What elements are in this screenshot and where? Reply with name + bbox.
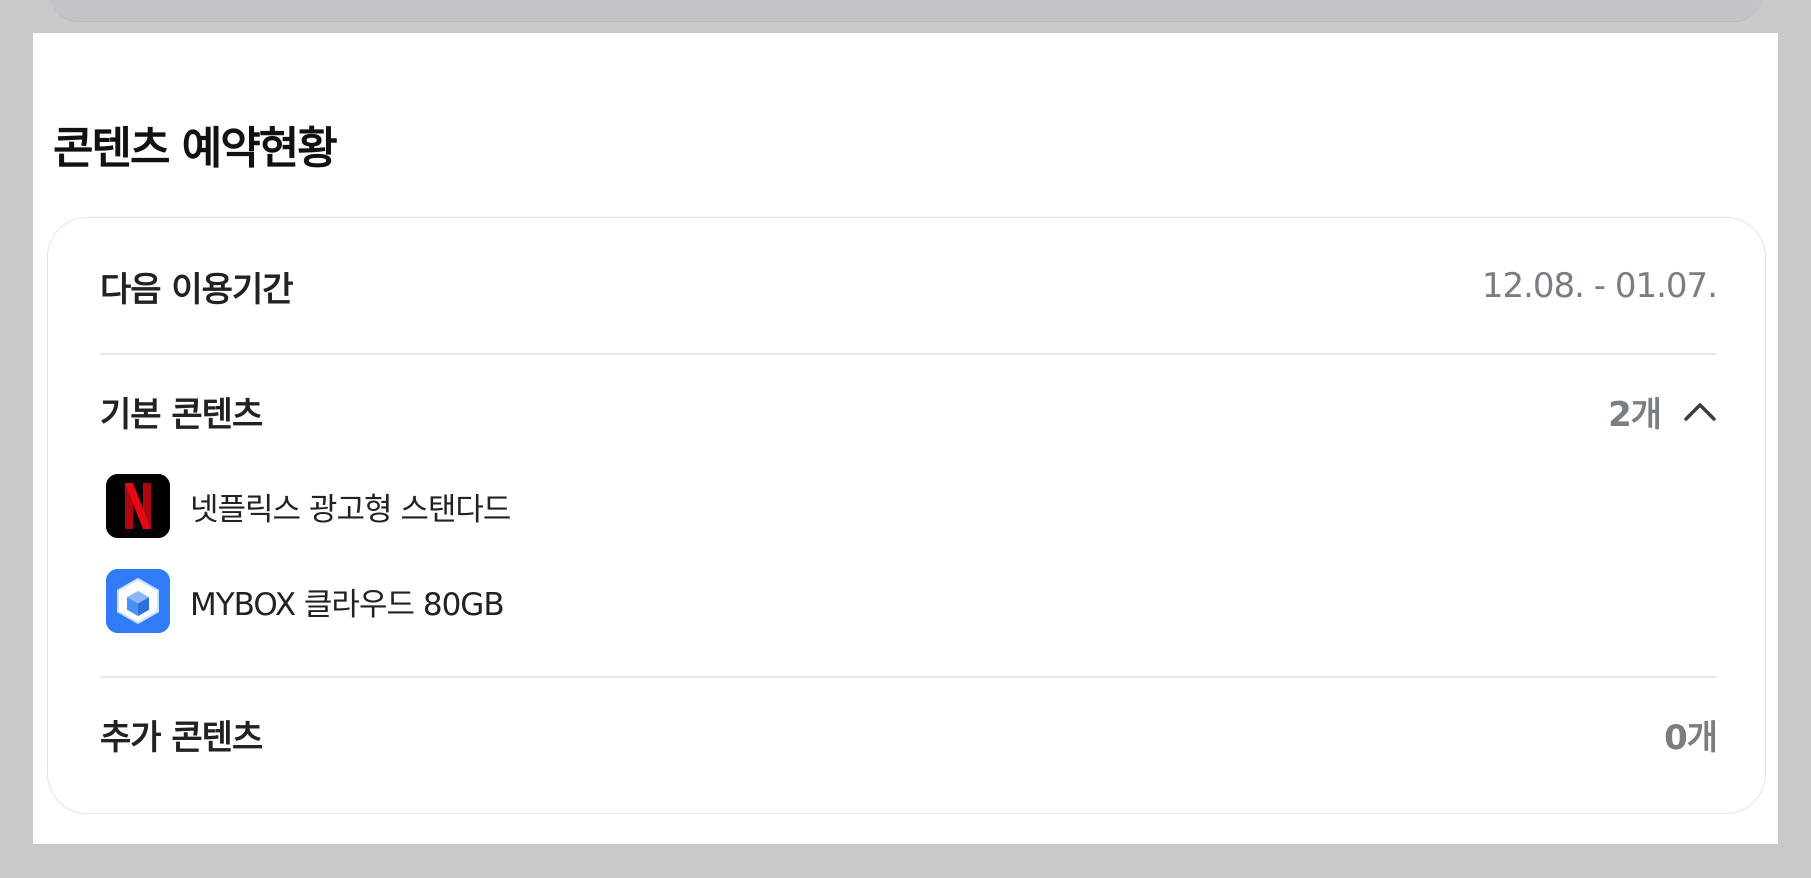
basic-contents-label: 기본 콘텐츠 bbox=[100, 394, 263, 435]
reservation-card: 다음 이용기간 12.08. - 01.07. 기본 콘텐츠 2개 넷플릭스 광… bbox=[47, 217, 1766, 814]
basic-contents-count: 2개 bbox=[1608, 394, 1662, 435]
basic-contents-toggle[interactable]: 2개 bbox=[1608, 387, 1717, 436]
next-period-label: 다음 이용기간 bbox=[100, 269, 294, 310]
content-reservation-panel: 콘텐츠 예약현황 다음 이용기간 12.08. - 01.07. 기본 콘텐츠 … bbox=[33, 33, 1778, 844]
section-title: 콘텐츠 예약현황 bbox=[53, 123, 338, 174]
content-item-label: 넷플릭스 광고형 스탠다드 bbox=[190, 491, 511, 528]
extra-contents-row: 추가 콘텐츠 0개 bbox=[100, 704, 1718, 764]
chevron-up-icon[interactable] bbox=[1683, 394, 1717, 428]
next-period-value: 12.08. - 01.07. bbox=[1481, 266, 1718, 306]
basic-contents-header[interactable]: 기본 콘텐츠 2개 bbox=[100, 381, 1717, 441]
netflix-icon bbox=[106, 474, 170, 538]
content-item-label: MYBOX 클라우드 80GB bbox=[190, 586, 505, 623]
next-period-row: 다음 이용기간 12.08. - 01.07. bbox=[100, 256, 1718, 316]
page: 콘텐츠 예약현황 다음 이용기간 12.08. - 01.07. 기본 콘텐츠 … bbox=[0, 0, 1811, 878]
content-item-mybox: MYBOX 클라우드 80GB bbox=[106, 569, 505, 633]
previous-card bbox=[50, 0, 1762, 22]
extra-contents-count: 0개 bbox=[1664, 717, 1718, 758]
mybox-icon bbox=[106, 569, 170, 633]
extra-contents-label: 추가 콘텐츠 bbox=[100, 717, 263, 758]
divider bbox=[100, 676, 1717, 678]
divider bbox=[100, 353, 1717, 355]
content-item-netflix: 넷플릭스 광고형 스탠다드 bbox=[106, 474, 511, 538]
